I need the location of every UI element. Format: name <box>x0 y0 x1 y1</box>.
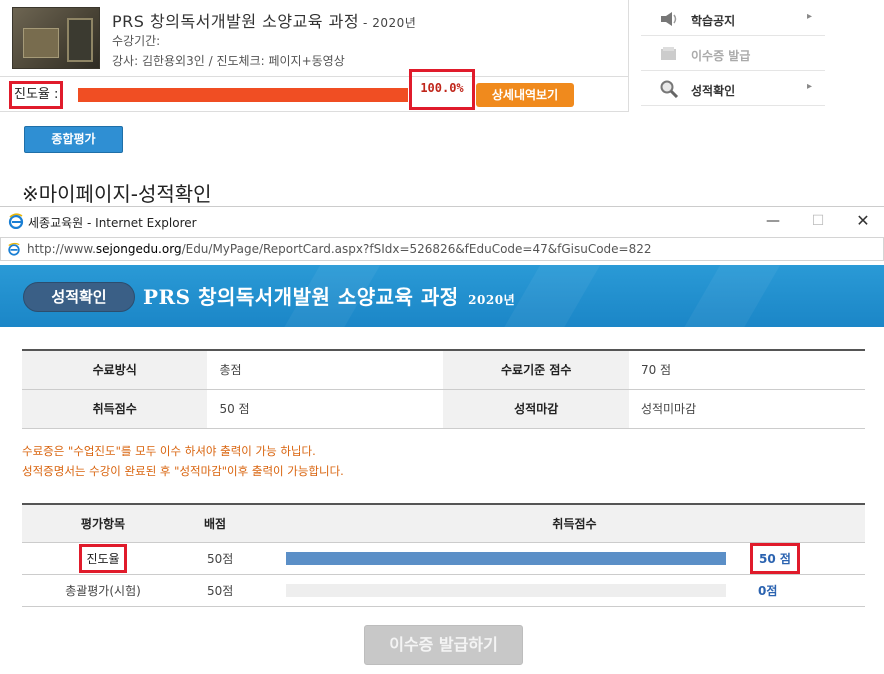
progress-fill <box>78 88 408 102</box>
side-item-label: 성적확인 <box>691 84 736 98</box>
points-progress: 50점 <box>184 542 284 575</box>
col-header-points: 배점 <box>184 504 284 543</box>
ie-page-icon <box>8 242 20 256</box>
course-panel: PRS 창의독서개발원 소양교육 과정 - 2020년 수강기간: 강사: 김한용… <box>0 0 884 165</box>
side-item-label: 학습공지 <box>691 14 736 28</box>
score-progress: 50 점 <box>750 542 800 574</box>
speaker-icon <box>661 12 677 26</box>
progress-percent-highlight: 100.0% <box>409 69 475 110</box>
score-bar-exam <box>286 583 726 597</box>
method-label: 수료방식 <box>22 350 208 390</box>
ie-window: 세종교육원 - Internet Explorer — ☐ ✕ http://w… <box>0 206 884 674</box>
score-table: 평가항목 배점 취득점수 진도율 50점 50 점 총괄평가(시험) 50점 0… <box>22 503 865 607</box>
maximize-button[interactable]: ☐ <box>803 210 833 232</box>
minimize-button[interactable]: — <box>758 210 788 232</box>
report-title: PRS 창의독서개발원 소양교육 과정 2020년 <box>143 285 516 309</box>
course-thumbnail <box>12 7 100 69</box>
side-menu: 학습공지 ▸ 이수증 발급 성적확인 ▸ <box>628 0 884 112</box>
course-period: 수강기간: <box>112 34 161 48</box>
method-value: 총점 <box>207 350 444 390</box>
issue-certificate-button[interactable]: 이수증 발급하기 <box>364 625 523 665</box>
notice-line-2: 성적증명서는 수강이 완료된 후 "성적마감"이후 출력이 가능합니다. <box>22 464 344 478</box>
progress-label: 진도율 : <box>9 81 63 109</box>
col-header-item: 평가항목 <box>22 504 184 543</box>
closing-label: 성적마감 <box>443 389 629 429</box>
certificate-icon <box>661 47 676 60</box>
eval-button[interactable]: 종합평가 <box>24 126 123 153</box>
criteria-label: 수료기준 점수 <box>443 350 629 390</box>
address-url[interactable]: http://www.sejongedu.org/Edu/MyPage/Repo… <box>27 242 652 256</box>
course-info: PRS 창의독서개발원 소양교육 과정 - 2020년 수강기간: 강사: 김한용… <box>0 0 628 112</box>
chevron-right-icon: ▸ <box>807 11 813 22</box>
criteria-value: 70 점 <box>628 350 865 390</box>
report-year: 2020년 <box>468 293 516 307</box>
window-titlebar: 세종교육원 - Internet Explorer — ☐ ✕ <box>0 207 884 235</box>
table-row: 총괄평가(시험) 50점 0점 <box>22 574 865 607</box>
course-title: PRS 창의독서개발원 소양교육 과정 - 2020년 <box>112 12 417 31</box>
score-bar-progress <box>286 551 726 565</box>
side-item-grades[interactable]: 성적확인 ▸ <box>641 72 825 106</box>
progress-percent: 100.0% <box>420 81 464 95</box>
progress-bar <box>78 88 408 102</box>
table-row: 수료방식 총점 수료기준 점수 70 점 <box>22 350 865 390</box>
table-row: 진도율 50점 50 점 <box>22 542 865 575</box>
table-row: 취득점수 50 점 성적마감 성적미마감 <box>22 389 865 429</box>
report-pill: 성적확인 <box>23 282 135 312</box>
completion-info-table: 수료방식 총점 수료기준 점수 70 점 취득점수 50 점 성적마감 성적미마… <box>22 349 865 429</box>
report-banner: 성적확인 PRS 창의독서개발원 소양교육 과정 2020년 <box>0 265 884 327</box>
points-exam: 50점 <box>184 574 284 607</box>
side-item-label: 이수증 발급 <box>691 49 751 63</box>
item-exam: 총괄평가(시험) <box>22 574 184 607</box>
section-caption: ※마이페이지-성적확인 <box>22 182 212 206</box>
score-exam: 0점 <box>758 583 778 598</box>
item-progress: 진도율 <box>79 543 127 573</box>
close-button[interactable]: ✕ <box>848 210 878 232</box>
col-header-score: 취득점수 <box>284 504 865 543</box>
course-teacher: 강사: 김한용외3인 / 진도체크: 페이지+동영상 <box>112 54 345 68</box>
progress-row: 진도율 : 100.0% 상세내역보기 <box>0 69 628 112</box>
window-title: 세종교육원 - Internet Explorer <box>28 216 197 230</box>
side-item-certificate[interactable]: 이수증 발급 <box>641 37 825 71</box>
score-bar-fill <box>286 551 726 565</box>
notice-text: 수료증은 "수업진도"를 모두 이수 하셔야 출력이 가능 하닙다. 성적증명서… <box>22 441 344 481</box>
side-item-notice[interactable]: 학습공지 ▸ <box>641 2 825 36</box>
score-value: 50 점 <box>207 389 444 429</box>
ie-logo-icon <box>8 213 24 229</box>
address-bar[interactable]: http://www.sejongedu.org/Edu/MyPage/Repo… <box>0 237 884 261</box>
magnifier-icon <box>660 80 679 98</box>
closing-value: 성적미마감 <box>628 389 865 429</box>
chevron-right-icon: ▸ <box>807 81 813 92</box>
detail-button[interactable]: 상세내역보기 <box>476 83 574 107</box>
score-label: 취득점수 <box>22 389 208 429</box>
table-header-row: 평가항목 배점 취득점수 <box>22 504 865 543</box>
course-year: - 2020년 <box>363 16 417 30</box>
notice-line-1: 수료증은 "수업진도"를 모두 이수 하셔야 출력이 가능 하닙다. <box>22 444 316 458</box>
